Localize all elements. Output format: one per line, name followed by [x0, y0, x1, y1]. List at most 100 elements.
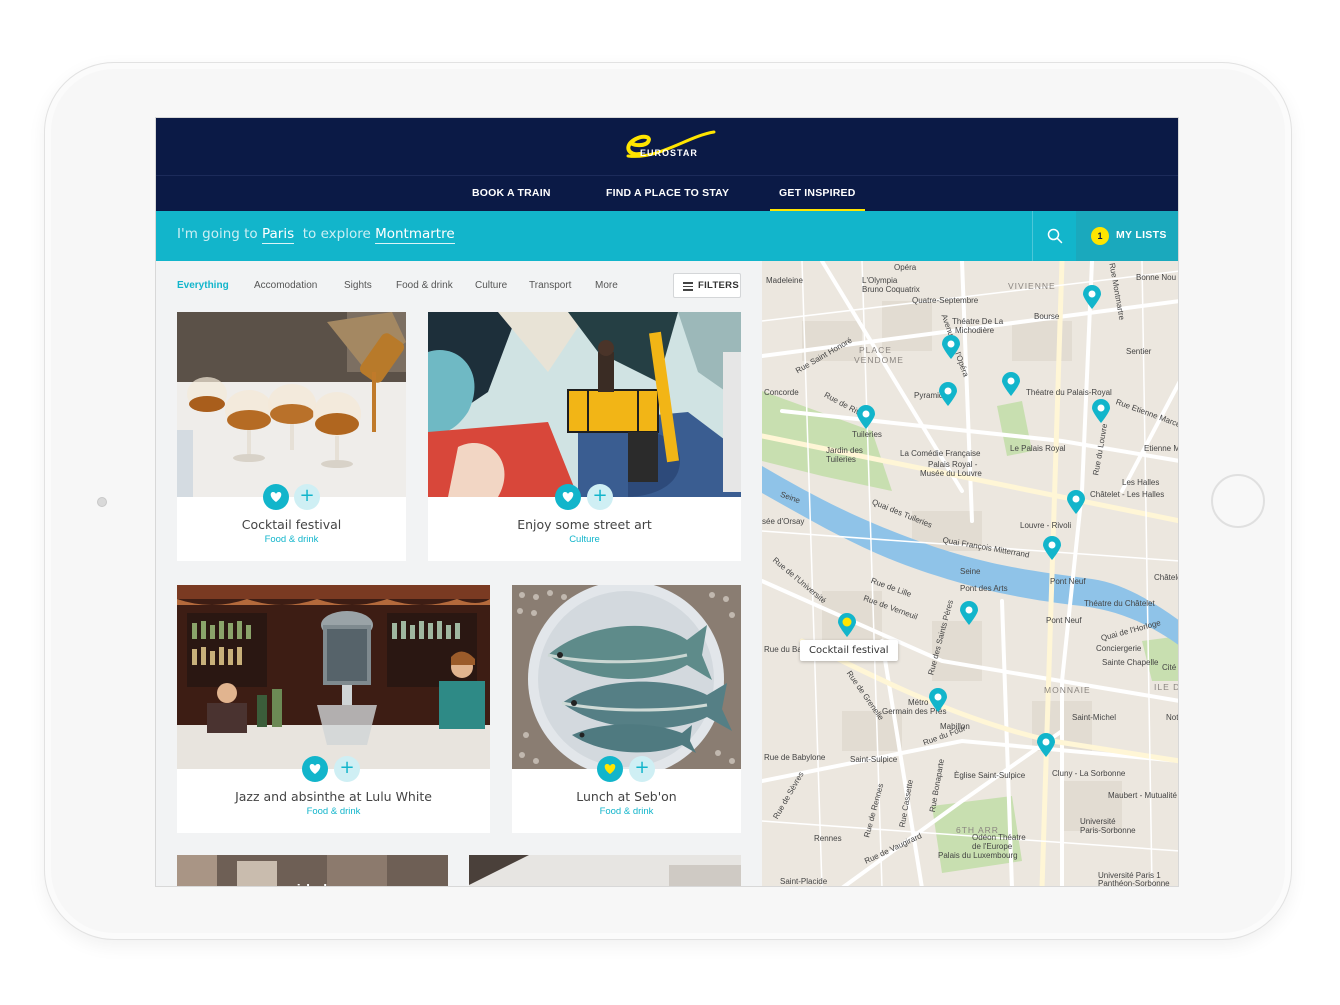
city-selector[interactable]: Paris	[261, 226, 295, 244]
nav-find-a-place-to-stay[interactable]: FIND A PLACE TO STAY	[606, 176, 729, 212]
map-label: Rue de Babylone	[764, 753, 826, 762]
top-header: EUROSTAR	[156, 118, 1178, 175]
card-actions: +	[177, 484, 406, 510]
map-pin-icon[interactable]	[1067, 490, 1085, 514]
map-pin-icon[interactable]	[1092, 399, 1110, 423]
map-pin-icon[interactable]	[857, 405, 875, 429]
search-bar: I'm going to Paris to explore Montmartre…	[156, 211, 1178, 261]
app-screen: EUROSTAR BOOK A TRAIN FIND A PLACE TO ST…	[155, 117, 1179, 887]
card-category[interactable]: Food & drink	[177, 806, 490, 817]
search-button[interactable]	[1032, 211, 1076, 261]
filters-button[interactable]: FILTERS	[673, 273, 741, 298]
map-pin-icon[interactable]	[1002, 372, 1020, 396]
area-selector[interactable]: Montmartre	[375, 226, 455, 244]
airbnb-label: airbnb	[289, 881, 332, 886]
plus-icon: +	[299, 485, 315, 506]
map-label: Pont Neuf	[1050, 577, 1086, 586]
add-to-list-button[interactable]: +	[334, 756, 360, 782]
heart-icon	[270, 492, 282, 502]
map-label: Seine	[960, 567, 981, 576]
map-pin-icon[interactable]	[960, 601, 978, 625]
search-middle: to explore	[302, 226, 371, 242]
card-cocktail-festival[interactable]: + Cocktail festival Food & drink	[177, 312, 406, 561]
card-street-art[interactable]: + Enjoy some street art Culture	[428, 312, 741, 561]
map-label: Sentier	[1126, 347, 1152, 356]
map-label: Bonne Nou	[1136, 273, 1177, 282]
map-panel[interactable]: Opéra Madeleine L'Olympia Bruno Coquatri…	[762, 261, 1179, 887]
map-pin-icon[interactable]	[939, 382, 957, 406]
map-label: Pont des Arts	[960, 584, 1008, 593]
photo-room	[469, 855, 741, 886]
map-label: Etienne M	[1144, 444, 1179, 453]
add-to-list-button[interactable]: +	[294, 484, 320, 510]
map-label: Châtelet - Les Halles	[1090, 490, 1165, 499]
tab-accomodation[interactable]: Accomodation	[254, 280, 317, 291]
map-label: La Comédie Française	[900, 449, 981, 458]
map-pin-icon[interactable]	[929, 688, 947, 712]
map-label: Paris-Sorbonne	[1080, 826, 1136, 835]
map-label: Saint-Placide	[780, 877, 828, 886]
nav-get-inspired[interactable]: GET INSPIRED	[770, 176, 864, 212]
map-label: Saint-Michel	[1072, 713, 1117, 722]
photo-cocktails	[177, 312, 406, 497]
map-label: Pont Neuf	[1046, 616, 1082, 625]
favorite-button[interactable]	[597, 756, 623, 782]
card-category[interactable]: Food & drink	[177, 534, 406, 545]
map-label: Théatre du Palais-Royal	[1026, 388, 1112, 397]
map-label: Cluny - La Sorbonne	[1052, 769, 1126, 778]
favorite-button[interactable]	[555, 484, 581, 510]
search-sentence: I'm going to Paris to explore Montmartre	[177, 226, 455, 244]
favorite-button[interactable]	[263, 484, 289, 510]
eurostar-logo-icon[interactable]	[618, 126, 718, 166]
add-to-list-button[interactable]: +	[587, 484, 613, 510]
map-label: L'Olympia	[862, 276, 898, 285]
filter-tabs: Everything Accomodation Sights Food & dr…	[156, 261, 762, 307]
tab-transport[interactable]: Transport	[529, 280, 571, 291]
map-label: MONNAIE	[1044, 685, 1091, 695]
map-label: VENDOME	[854, 355, 904, 365]
map-label: Panthéon-Sorbonne	[1098, 879, 1170, 887]
add-to-list-button[interactable]: +	[629, 756, 655, 782]
map-label: Maubert - Mutualité	[1108, 791, 1177, 800]
card-title: Jazz and absinthe at Lulu White	[235, 789, 432, 804]
card-lunch-sebon[interactable]: + Lunch at Seb'on Food & drink	[512, 585, 741, 833]
favorite-button[interactable]	[302, 756, 328, 782]
map-label: Concorde	[764, 388, 799, 397]
map-pin-icon[interactable]	[1037, 733, 1055, 757]
map-label: Notre	[1166, 713, 1179, 722]
card-category[interactable]: Food & drink	[512, 806, 741, 817]
card-title: Lunch at Seb'on	[576, 789, 677, 804]
filters-label: FILTERS	[698, 280, 739, 291]
map-label: Bruno Coquatrix	[862, 285, 920, 294]
tab-more[interactable]: More	[595, 280, 618, 291]
map-pin-icon[interactable]	[1083, 285, 1101, 309]
card-title: Cocktail festival	[241, 517, 342, 532]
map-label: Théatre du Châtelet	[1084, 599, 1155, 608]
card-category[interactable]: Culture	[428, 534, 741, 545]
map-pin-selected-icon[interactable]	[838, 613, 856, 637]
map-pin-icon[interactable]	[942, 335, 960, 359]
card-actions: +	[428, 484, 741, 510]
plus-icon: +	[339, 757, 355, 778]
card-jazz-absinthe[interactable]: + Jazz and absinthe at Lulu White Food &…	[177, 585, 490, 833]
map-label: 6TH ARR	[956, 825, 999, 835]
card-partial-airbnb[interactable]: airbnb	[177, 855, 448, 886]
map-label: Jardin des	[826, 446, 863, 455]
map-label: Palais Royal -	[928, 460, 978, 469]
home-button[interactable]	[1211, 474, 1265, 528]
map-label: Louvre - Rivoli	[1020, 521, 1072, 530]
map-pin-icon[interactable]	[1043, 536, 1061, 560]
nav-book-a-train[interactable]: BOOK A TRAIN	[472, 176, 551, 212]
card-title: Enjoy some street art	[517, 517, 652, 532]
map-label: Conciergerie	[1096, 644, 1142, 653]
map-label: Opéra	[894, 263, 917, 272]
tab-culture[interactable]: Culture	[475, 280, 507, 291]
my-lists-button[interactable]: 1 MY LISTS	[1076, 211, 1178, 261]
map-tooltip: Cocktail festival	[800, 640, 898, 661]
tab-sights[interactable]: Sights	[344, 280, 372, 291]
results-panel: Everything Accomodation Sights Food & dr…	[156, 261, 762, 886]
my-lists-count-badge: 1	[1091, 227, 1109, 245]
tab-food-drink[interactable]: Food & drink	[396, 280, 453, 291]
card-partial-interior[interactable]	[469, 855, 741, 886]
tab-everything[interactable]: Everything	[177, 280, 229, 291]
